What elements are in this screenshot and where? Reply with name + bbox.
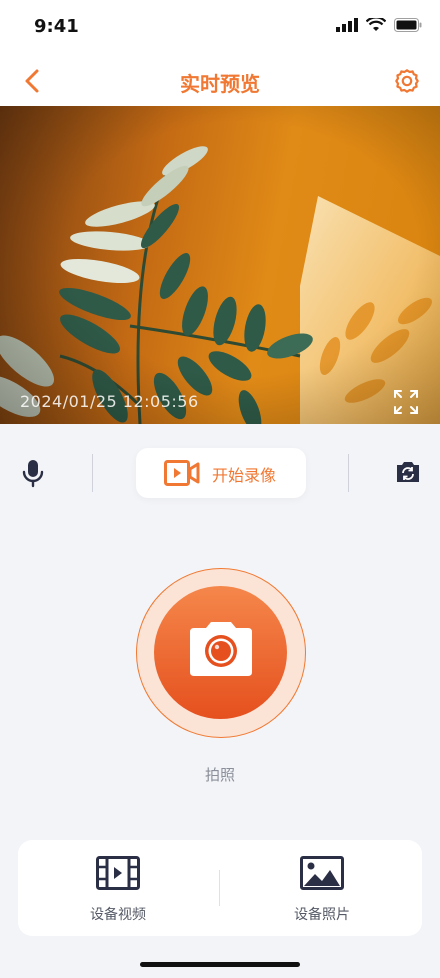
- take-photo-label: 拍照: [204, 766, 235, 784]
- shutter-core: [154, 586, 287, 719]
- page-title: 实时预览: [180, 72, 260, 96]
- record-label: 开始录像: [212, 466, 277, 485]
- nav-bar: 实时预览: [0, 56, 440, 106]
- divider: [219, 870, 220, 906]
- status-time: 9:41: [34, 16, 79, 37]
- device-media-card: 设备视频 设备照片: [18, 840, 422, 936]
- camera-icon: [190, 622, 252, 676]
- device-photos-button[interactable]: 设备照片: [222, 840, 422, 936]
- start-recording-button[interactable]: 开始录像: [136, 448, 306, 498]
- divider: [348, 454, 349, 492]
- live-preview[interactable]: 2024/01/25 12:05:56: [0, 106, 440, 424]
- wifi-icon: [366, 18, 386, 31]
- preview-scene-image: [0, 106, 440, 424]
- device-videos-button[interactable]: 设备视频: [18, 840, 218, 936]
- gear-icon[interactable]: [392, 66, 422, 96]
- battery-icon: [394, 18, 422, 32]
- fullscreen-icon[interactable]: [392, 388, 420, 416]
- video-file-icon: [96, 856, 140, 890]
- status-icons: [336, 18, 422, 32]
- phone-screen: 9:41 实时预览 2024/01/25 12:05:56 开始录像 拍照 设备…: [0, 0, 440, 978]
- take-photo-button[interactable]: [136, 568, 306, 738]
- home-indicator: [140, 962, 300, 967]
- preview-timestamp: 2024/01/25 12:05:56: [20, 392, 199, 411]
- status-bar: 9:41: [0, 0, 440, 56]
- signal-icon: [336, 18, 358, 32]
- microphone-icon[interactable]: [20, 458, 46, 488]
- divider: [92, 454, 93, 492]
- device-photos-label: 设备照片: [294, 907, 350, 923]
- switch-camera-icon[interactable]: [394, 458, 422, 486]
- device-videos-label: 设备视频: [90, 907, 146, 923]
- controls-row: 开始录像: [0, 424, 440, 524]
- video-camera-icon: [164, 460, 200, 486]
- image-icon: [300, 856, 344, 890]
